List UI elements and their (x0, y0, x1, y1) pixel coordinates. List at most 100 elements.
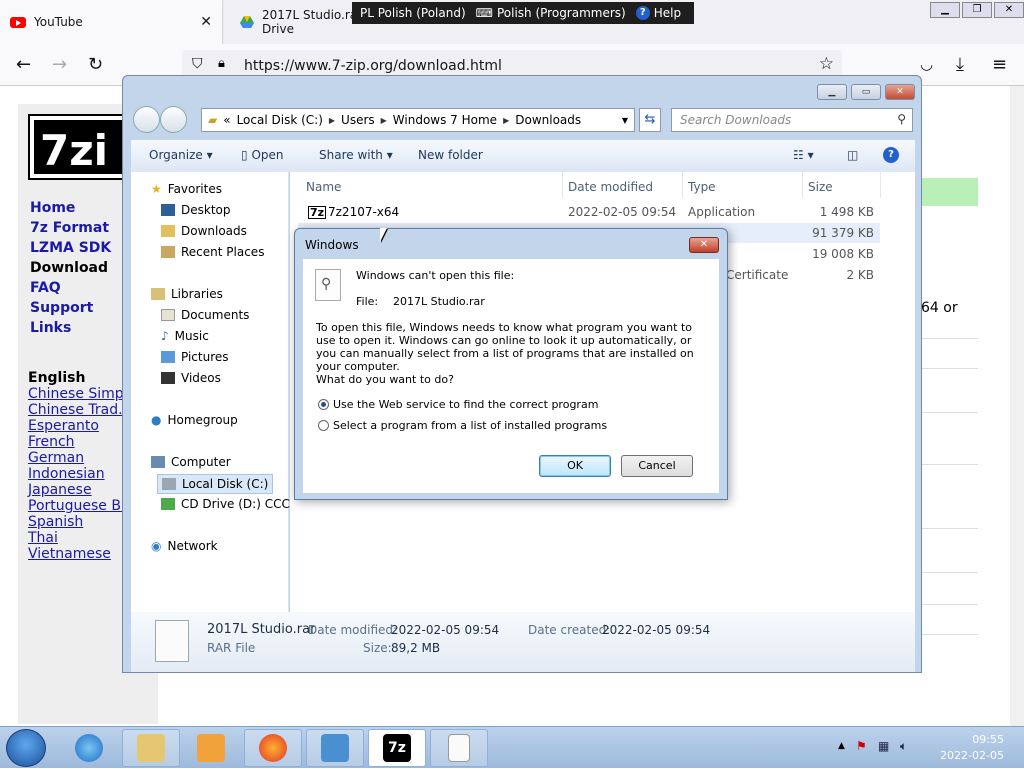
restore-button[interactable]: ❐ (962, 2, 992, 18)
column-divider[interactable] (682, 172, 683, 198)
new-folder-button[interactable]: New folder (418, 148, 483, 162)
network-tray-icon[interactable]: ▦ (878, 739, 889, 753)
lang-link[interactable]: French (28, 434, 75, 450)
nav-documents[interactable]: Documents (161, 308, 249, 322)
chevron-right-icon[interactable]: ▶ (329, 116, 335, 125)
breadcrumb-item[interactable]: Windows 7 Home (393, 113, 497, 127)
clock-date[interactable]: 2022-02-05 (940, 749, 1004, 762)
breadcrumb-item[interactable]: Downloads (515, 113, 581, 127)
nav-download[interactable]: Download (30, 260, 108, 276)
lock-icon[interactable]: 🔒︎ (218, 56, 225, 71)
page-scrollbar[interactable] (1010, 86, 1024, 726)
preview-pane-icon[interactable]: ◫ (847, 148, 858, 162)
column-divider[interactable] (802, 172, 803, 198)
close-button[interactable]: ✕ (994, 2, 1024, 18)
taskbar-7zip[interactable]: 7z (368, 729, 426, 767)
nav-local-disk[interactable]: Local Disk (C:) (157, 474, 274, 494)
chevron-right-icon[interactable]: ▶ (381, 116, 387, 125)
nav-network[interactable]: ◉ Network (151, 539, 218, 553)
minimize-button[interactable]: ▁ (817, 84, 847, 100)
breadcrumb-item[interactable]: Users (341, 113, 375, 127)
keyboard-layout[interactable]: ⌨ Polish (Programmers) (476, 6, 626, 20)
start-button[interactable] (6, 729, 46, 767)
lang-link[interactable]: Thai (28, 530, 58, 546)
taskbar-explorer[interactable] (122, 729, 180, 767)
nav-music[interactable]: ♪ Music (161, 329, 209, 343)
close-tab-icon[interactable]: ✕ (200, 14, 212, 30)
help-icon[interactable]: ? (883, 146, 899, 163)
chevron-right-icon[interactable]: ▶ (503, 116, 509, 125)
nav-homegroup[interactable]: ● Homegroup (151, 413, 238, 427)
pocket-icon[interactable]: ◡ (920, 55, 933, 73)
input-language[interactable]: PL Polish (Poland) (360, 6, 466, 20)
view-options-icon[interactable]: ☷ ▾ (793, 148, 814, 162)
open-button[interactable]: ▯ Open (241, 148, 284, 162)
dropdown-arrow-icon[interactable]: ▼ (622, 116, 628, 125)
nav-computer[interactable]: Computer (151, 455, 231, 469)
back-button[interactable] (133, 106, 160, 133)
option-select-program-label[interactable]: Select a program from a list of installe… (333, 419, 607, 432)
nav-lzma-sdk[interactable]: LZMA SDK (30, 240, 111, 256)
breadcrumb-item[interactable]: Local Disk (C:) (237, 113, 323, 127)
action-center-icon[interactable]: ⚑ (856, 739, 867, 753)
bookmark-star-icon[interactable]: ☆ (819, 54, 834, 74)
taskbar-control-panel[interactable] (306, 729, 364, 767)
minimize-button[interactable]: ▁ (930, 2, 960, 18)
show-hidden-icons[interactable]: ▲ (838, 741, 845, 751)
lang-link[interactable]: Chinese Simpl. (28, 386, 132, 402)
url-text[interactable]: https://www.7-zip.org/download.html (244, 58, 502, 74)
ok-button[interactable]: OK (539, 455, 611, 477)
lang-link[interactable]: Esperanto (28, 418, 99, 434)
option-web-service-label[interactable]: Use the Web service to find the correct … (333, 398, 598, 411)
shield-icon[interactable]: ⛉ (192, 56, 203, 72)
nav-links[interactable]: Links (30, 320, 71, 336)
column-header-size[interactable]: Size (808, 180, 833, 194)
taskbar-document[interactable] (430, 729, 488, 767)
nav-favorites[interactable]: ★ Favorites (151, 182, 222, 196)
nav-videos[interactable]: Videos (161, 371, 221, 385)
volume-icon[interactable]: 🔈︎ (900, 739, 907, 754)
column-header-type[interactable]: Type (688, 180, 716, 194)
lang-link[interactable]: Vietnamese (28, 546, 111, 562)
help-menu[interactable]: ? Help (635, 6, 681, 20)
nav-cd-drive[interactable]: CD Drive (D:) CCCOI (161, 497, 303, 511)
tab-youtube[interactable]: YouTube ✕ (0, 0, 222, 44)
breadcrumb-overflow[interactable]: « (223, 113, 230, 127)
nav-desktop[interactable]: Desktop (161, 203, 231, 217)
forward-arrow-icon[interactable]: → (52, 54, 67, 75)
menu-icon[interactable]: ≡ (992, 54, 1007, 75)
nav-faq[interactable]: FAQ (30, 280, 61, 296)
lang-link[interactable]: Japanese (28, 482, 92, 498)
back-arrow-icon[interactable]: ← (16, 54, 31, 75)
download-icon[interactable]: ⤓ (956, 54, 964, 75)
lang-link[interactable]: Indonesian (28, 466, 105, 482)
nav-home[interactable]: Home (30, 200, 75, 216)
lang-link[interactable]: German (28, 450, 84, 466)
address-bar[interactable]: ▰ « Local Disk (C:) ▶ Users ▶ Windows 7 Ho… (201, 108, 635, 132)
nav-pictures[interactable]: Pictures (161, 350, 229, 364)
taskbar-internet-explorer[interactable] (60, 729, 118, 767)
reload-icon[interactable]: ↻ (88, 54, 103, 75)
column-header-name[interactable]: Name (306, 180, 341, 194)
organize-button[interactable]: Organize ▾ (149, 148, 213, 162)
forward-button[interactable] (160, 106, 187, 133)
search-input[interactable]: Search Downloads ⚲ (671, 108, 913, 132)
dialog-close-button[interactable]: ✕ (689, 237, 719, 253)
radio-web-service[interactable] (318, 399, 329, 410)
column-header-date[interactable]: Date modified (568, 180, 653, 194)
column-divider[interactable] (562, 172, 563, 198)
maximize-button[interactable]: ▭ (851, 84, 881, 100)
lang-link[interactable]: Spanish (28, 514, 83, 530)
close-button[interactable]: ✕ (885, 84, 915, 100)
nav-support[interactable]: Support (30, 300, 93, 316)
file-row[interactable]: 7z 7z2107-x64 2022-02-05 09:54 Applicati… (298, 202, 880, 222)
cancel-button[interactable]: Cancel (621, 455, 693, 477)
lang-link[interactable]: Portuguese Bra (28, 498, 135, 514)
column-divider[interactable] (880, 172, 881, 198)
nav-recent-places[interactable]: Recent Places (161, 245, 264, 259)
taskbar-media-player[interactable] (182, 729, 240, 767)
nav-downloads[interactable]: Downloads (161, 224, 247, 238)
nav-7z-format[interactable]: 7z Format (30, 220, 109, 236)
taskbar-firefox[interactable] (244, 729, 302, 767)
refresh-button[interactable]: ⇆ (639, 108, 661, 132)
